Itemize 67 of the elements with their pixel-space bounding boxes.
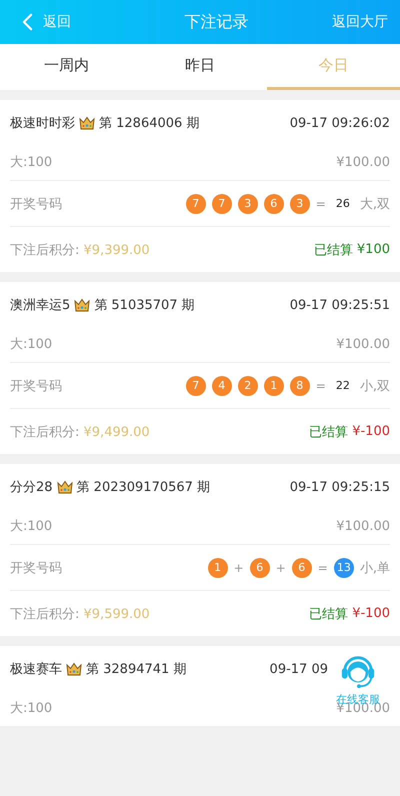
number-ball: 2 xyxy=(238,376,258,396)
balance-text: 下注后积分: ¥9,499.00 xyxy=(10,424,150,440)
back-button[interactable]: 返回 xyxy=(22,13,71,31)
balance-text: 下注后积分: ¥9,399.00 xyxy=(10,242,150,258)
number-ball: 1 xyxy=(208,558,228,578)
payout-amount: ¥-100 xyxy=(352,424,390,439)
issue-number: 第 51035707 期 xyxy=(94,297,195,314)
sum-value: 22 xyxy=(336,379,350,392)
crown-icon xyxy=(56,480,73,494)
issue-number: 第 202309170567 期 xyxy=(76,479,210,496)
bet-amount: ¥100.00 xyxy=(336,518,390,534)
issue-number: 第 12864006 期 xyxy=(99,115,200,132)
bet-time: 09-17 09 xyxy=(270,662,328,676)
draw-label: 开奖号码 xyxy=(10,196,62,212)
number-ball: 7 xyxy=(186,376,206,396)
settlement-status: 已结算 xyxy=(309,606,348,622)
bet-choice: 大:100 xyxy=(10,518,52,535)
number-ball: 8 xyxy=(290,376,310,396)
settlement-status: 已结算 xyxy=(314,242,353,258)
crown-icon xyxy=(66,662,82,676)
date-tab[interactable]: 一周内 xyxy=(0,44,134,90)
bet-amount: ¥100.00 xyxy=(336,336,390,352)
number-ball: 3 xyxy=(238,194,258,214)
date-tab[interactable]: 昨日 xyxy=(133,44,267,90)
bet-amount: ¥100.00 xyxy=(336,700,390,716)
draw-label: 开奖号码 xyxy=(10,378,62,394)
game-name: 极速赛车 xyxy=(10,661,62,678)
bet-time: 09-17 09:25:51 xyxy=(290,298,390,312)
bet-choice: 大:100 xyxy=(10,336,52,353)
number-ball: 4 xyxy=(212,376,232,396)
draw-outcome: 大,双 xyxy=(360,196,390,212)
lobby-button[interactable]: 返回大厅 xyxy=(332,13,388,31)
bet-time: 09-17 09:26:02 xyxy=(290,116,390,130)
crown-icon xyxy=(79,116,95,130)
back-icon xyxy=(22,13,33,31)
sum-value: 26 xyxy=(336,197,350,210)
game-name: 极速时时彩 xyxy=(10,115,75,132)
number-ball: 13 xyxy=(334,558,354,578)
operator: + xyxy=(234,560,244,574)
number-ball: 3 xyxy=(290,194,310,214)
game-name: 澳洲幸运5 xyxy=(10,297,70,314)
operator: = xyxy=(316,378,326,392)
bet-choice: 大:100 xyxy=(10,154,52,171)
number-ball: 6 xyxy=(264,194,284,214)
game-name: 分分28 xyxy=(10,479,53,496)
page-title: 下注记录 xyxy=(184,12,248,32)
number-ball: 7 xyxy=(186,194,206,214)
number-ball: 7 xyxy=(212,194,232,214)
bet-choice: 大:100 xyxy=(10,700,52,717)
settlement-status: 已结算 xyxy=(309,424,348,440)
draw-outcome: 小,单 xyxy=(360,560,390,576)
draw-label: 开奖号码 xyxy=(10,560,62,576)
payout-amount: ¥100 xyxy=(356,242,390,257)
payout-amount: ¥-100 xyxy=(352,606,390,621)
crown-icon xyxy=(74,298,90,312)
operator: = xyxy=(316,196,326,210)
bet-time: 09-17 09:25:15 xyxy=(290,480,390,494)
draw-outcome: 小,双 xyxy=(360,378,390,394)
issue-number: 第 32894741 期 xyxy=(86,661,186,678)
operator: = xyxy=(318,560,328,574)
bet-amount: ¥100.00 xyxy=(336,154,390,170)
date-tab[interactable]: 今日 xyxy=(266,44,400,90)
number-ball: 6 xyxy=(292,558,312,578)
number-ball: 1 xyxy=(264,376,284,396)
operator: + xyxy=(276,560,286,574)
number-ball: 6 xyxy=(250,558,270,578)
balance-text: 下注后积分: ¥9,599.00 xyxy=(10,606,150,622)
